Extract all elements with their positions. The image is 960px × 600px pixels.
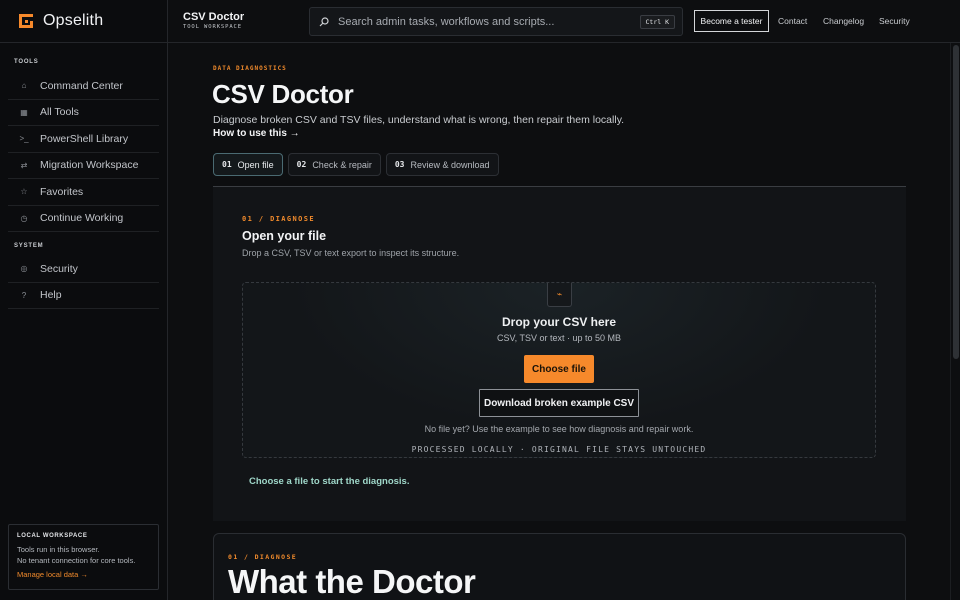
step-label: Check & repair xyxy=(312,159,372,170)
shield-icon: ◎ xyxy=(20,264,28,274)
tab-open-file[interactable]: 01 Open file xyxy=(213,153,283,176)
page-title: CSV Doctor xyxy=(212,79,354,109)
sidebar-item-help[interactable]: ? Help xyxy=(8,283,159,309)
grid-icon: ▦ xyxy=(20,107,28,117)
main-content: DATA DIAGNOSTICS CSV Doctor Diagnose bro… xyxy=(168,43,950,600)
workspace-line: No tenant connection for core tools. xyxy=(17,556,136,565)
scrollbar-thumb[interactable] xyxy=(953,45,959,359)
search-input[interactable] xyxy=(338,15,640,28)
doctor-info-panel: 01 / DIAGNOSE What the Doctor xyxy=(213,533,906,600)
clock-icon: ◷ xyxy=(20,213,28,223)
page-eyebrow: DATA DIAGNOSTICS xyxy=(213,65,287,72)
dropzone-note: No file yet? Use the example to see how … xyxy=(424,424,694,434)
step-label: Review & download xyxy=(410,159,490,170)
workspace-title: LOCAL WORKSPACE xyxy=(17,533,88,539)
scrollbar[interactable] xyxy=(950,43,960,600)
opselith-logo-icon xyxy=(17,12,35,30)
topbar: CSV Doctor TOOL WORKSPACE Ctrl K Become … xyxy=(168,0,960,43)
sidebar-item-label: Command Center xyxy=(40,79,123,92)
sidebar-item-label: Security xyxy=(40,262,78,275)
app-subtitle: TOOL WORKSPACE xyxy=(183,24,242,30)
step-label: Open file xyxy=(237,159,274,170)
tab-review-download[interactable]: 03 Review & download xyxy=(385,153,499,176)
status-message: Choose a file to start the diagnosis. xyxy=(249,476,410,487)
shortcut-hint: Ctrl K xyxy=(639,14,675,29)
sidebar: Opselith TOOLS ⌂ Command Center ▦ All To… xyxy=(0,0,168,600)
dropzone-subtitle: CSV, TSV or text · up to 50 MB xyxy=(496,333,622,343)
page-description: Diagnose broken CSV and TSV files, under… xyxy=(213,114,625,126)
help-icon: ? xyxy=(21,290,27,300)
sidebar-item-command-center[interactable]: ⌂ Command Center xyxy=(8,73,159,100)
swap-icon: ⇄ xyxy=(20,160,28,170)
dropzone-title: Drop your CSV here xyxy=(501,315,617,329)
tools-heading: TOOLS xyxy=(14,59,39,65)
manage-local-data-link[interactable]: Manage local data → xyxy=(17,570,88,579)
search-icon xyxy=(319,16,329,27)
brand[interactable]: Opselith xyxy=(0,0,167,43)
search-bar[interactable]: Ctrl K xyxy=(309,7,683,36)
step-number: 03 xyxy=(394,160,405,169)
app-title: CSV Doctor xyxy=(183,11,245,23)
sidebar-item-migration-workspace[interactable]: ⇄ Migration Workspace xyxy=(8,153,159,179)
tab-check-repair[interactable]: 02 Check & repair xyxy=(287,153,381,176)
panel-eyebrow: 01 / DIAGNOSE xyxy=(242,215,315,223)
sidebar-item-continue-working[interactable]: ◷ Continue Working xyxy=(8,206,159,232)
panel-title: Open your file xyxy=(242,229,327,243)
sidebar-item-all-tools[interactable]: ▦ All Tools xyxy=(8,100,159,126)
sidebar-item-label: All Tools xyxy=(40,106,79,119)
security-link[interactable]: Security xyxy=(879,16,910,26)
panel-title: What the Doctor xyxy=(228,563,476,600)
dropzone-footer: PROCESSED LOCALLY · ORIGINAL FILE STAYS … xyxy=(411,445,707,454)
open-file-panel: 01 / DIAGNOSE Open your file Drop a CSV,… xyxy=(213,187,906,521)
csv-dropzone[interactable]: ⌁ Drop your CSV here CSV, TSV or text · … xyxy=(242,282,876,458)
sidebar-item-label: Continue Working xyxy=(40,212,124,225)
panel-subtitle: Drop a CSV, TSV or text export to inspec… xyxy=(242,248,460,258)
how-to-use-link[interactable]: How to use this → xyxy=(213,128,300,139)
sidebar-item-label: PowerShell Library xyxy=(40,132,129,145)
home-icon: ⌂ xyxy=(21,81,27,91)
step-number: 02 xyxy=(296,160,307,169)
become-tester-button[interactable]: Become a tester xyxy=(694,10,769,32)
download-example-button[interactable]: Download broken example CSV xyxy=(479,389,639,417)
contact-link[interactable]: Contact xyxy=(778,16,807,26)
step-number: 01 xyxy=(222,160,232,169)
workspace-line: Tools run in this browser. xyxy=(17,545,100,554)
brand-name: Opselith xyxy=(43,12,104,29)
upload-bolt-icon: ⌁ xyxy=(547,283,572,307)
sidebar-item-security[interactable]: ◎ Security xyxy=(8,256,159,283)
panel-eyebrow: 01 / DIAGNOSE xyxy=(228,553,298,561)
system-heading: SYSTEM xyxy=(14,243,44,249)
local-workspace-card: LOCAL WORKSPACE Tools run in this browse… xyxy=(8,524,159,590)
sidebar-item-powershell-library[interactable]: >_ PowerShell Library xyxy=(8,126,159,153)
terminal-icon: >_ xyxy=(19,134,29,144)
sidebar-item-label: Favorites xyxy=(40,185,84,198)
sidebar-item-label: Migration Workspace xyxy=(40,159,139,172)
step-tabs: 01 Open file 02 Check & repair 03 Review… xyxy=(213,153,499,176)
changelog-link[interactable]: Changelog xyxy=(823,16,864,26)
star-icon: ☆ xyxy=(20,187,28,197)
choose-file-button[interactable]: Choose file xyxy=(524,355,594,383)
sidebar-item-favorites[interactable]: ☆ Favorites xyxy=(8,179,159,206)
sidebar-item-label: Help xyxy=(40,289,62,302)
